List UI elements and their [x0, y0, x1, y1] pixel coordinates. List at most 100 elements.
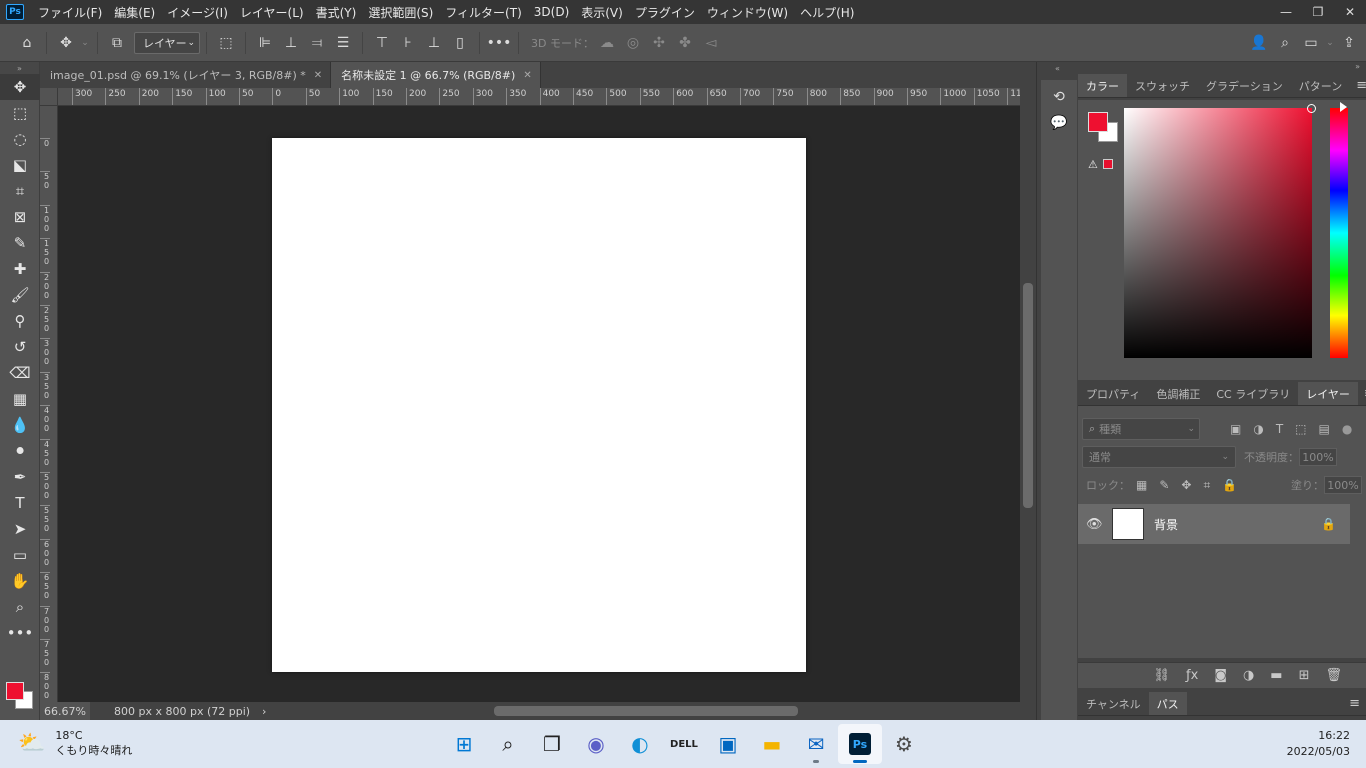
align-bottom-icon[interactable]: ⊥ [421, 30, 447, 56]
search-icon[interactable]: ⌕ [1272, 30, 1298, 56]
tab-layers[interactable]: レイヤー [1298, 382, 1358, 405]
vertical-ruler[interactable]: 0 5 0 1 0 0 1 5 0 2 0 0 2 5 0 3 0 0 3 5 0 4 0 0 4… [40, 106, 58, 702]
horizontal-scroll-thumb[interactable] [494, 706, 798, 716]
photoshop-taskbar-icon[interactable]: Ps [838, 724, 882, 764]
saturation-brightness-field[interactable] [1124, 104, 1316, 358]
hue-slider[interactable] [1330, 108, 1348, 358]
filter-shape-icon[interactable]: ⬚ [1295, 422, 1306, 436]
lasso-tool-icon[interactable]: ◌ [0, 126, 40, 152]
foreground-color-swatch[interactable] [6, 682, 24, 700]
blend-mode-dropdown[interactable]: 通常 ⌄ [1082, 446, 1236, 468]
more-options-icon[interactable]: ••• [486, 30, 512, 56]
layer-style-fx-icon[interactable]: ƒx [1186, 668, 1198, 683]
filter-adjustment-icon[interactable]: ◑ [1253, 422, 1263, 436]
weather-widget[interactable]: ⛅ 18°C くもり時々晴れ [18, 728, 132, 758]
horizontal-ruler[interactable]: 300 250 200 150 100 50 0 50 100 150 200 250 300 350 40… [58, 88, 1020, 106]
horizontal-scrollbar[interactable] [280, 705, 1008, 717]
pen-tool-icon[interactable]: ✒ [0, 464, 40, 490]
menu-3d[interactable]: 3D(D) [528, 5, 575, 19]
file-explorer-icon[interactable]: ▬ [750, 724, 794, 764]
chevron-down-icon[interactable]: ⌄ [79, 30, 91, 56]
align-horizontal-center-icon[interactable]: ⊥ [278, 30, 304, 56]
filter-smart-object-icon[interactable]: ▤ [1319, 422, 1330, 436]
menu-plugins[interactable]: プラグイン [629, 4, 701, 21]
3d-pan-icon[interactable]: ✣ [646, 30, 672, 56]
add-mask-icon[interactable]: ◙ [1214, 668, 1227, 683]
eyedropper-tool-icon[interactable]: ✎ [0, 230, 40, 256]
tab-image-01[interactable]: image_01.psd @ 69.1% (レイヤー 3, RGB/8#) * … [40, 62, 332, 88]
filter-toggle-icon[interactable]: ● [1342, 422, 1352, 436]
align-vertical-center-icon[interactable]: ⊦ [395, 30, 421, 56]
tab-swatches[interactable]: スウォッチ [1127, 74, 1198, 97]
menu-help[interactable]: ヘルプ(H) [794, 4, 860, 21]
link-layers-icon[interactable]: ⛓ [1154, 668, 1171, 683]
eye-icon[interactable]: 👁 [1086, 517, 1103, 532]
windows-start-icon[interactable]: ⊞ [442, 724, 486, 764]
zoom-tool-icon[interactable]: ⌕ [0, 594, 40, 620]
layer-kind-filter[interactable]: ⌕ 種類 ⌄ [1082, 418, 1200, 440]
menu-file[interactable]: ファイル(F) [32, 4, 108, 21]
object-selection-tool-icon[interactable]: ⬕ [0, 152, 40, 178]
chevron-down-icon[interactable]: ⌄ [1324, 30, 1336, 56]
tab-untitled-1[interactable]: 名称未設定 1 @ 66.7% (RGB/8#) ✕ [331, 62, 541, 88]
vertical-scroll-thumb[interactable] [1023, 283, 1033, 508]
3d-roll-icon[interactable]: ◎ [620, 30, 646, 56]
path-selection-tool-icon[interactable]: ➤ [0, 516, 40, 542]
lock-all-icon[interactable]: 🔒 [1222, 478, 1237, 492]
share-user-icon[interactable]: 👤 [1246, 30, 1272, 56]
minimize-button[interactable]: — [1270, 0, 1302, 24]
menu-edit[interactable]: 編集(E) [108, 4, 161, 21]
3d-scale-icon[interactable]: ◅ [698, 30, 724, 56]
align-right-icon[interactable]: ⫤ [304, 30, 330, 56]
healing-brush-tool-icon[interactable]: ✚ [0, 256, 40, 282]
crop-tool-icon[interactable]: ⌗ [0, 178, 40, 204]
comments-panel-icon[interactable]: 💬 [1041, 110, 1077, 136]
restore-button[interactable]: ❐ [1302, 0, 1334, 24]
close-icon[interactable]: ✕ [523, 70, 531, 81]
home-icon[interactable]: ⌂ [14, 30, 40, 56]
search-icon[interactable]: ⌕ [486, 724, 530, 764]
vertical-scrollbar[interactable] [1020, 88, 1036, 702]
lock-artboard-icon[interactable]: ⌗ [1203, 478, 1210, 493]
zoom-level-field[interactable]: 66.67% [40, 702, 90, 720]
layer-row-background[interactable]: 👁 背景 🔒 [1078, 504, 1350, 544]
tab-paths[interactable]: パス [1148, 692, 1187, 715]
tab-patterns[interactable]: パターン [1291, 74, 1350, 97]
fill-field[interactable]: 100% [1324, 476, 1362, 494]
dodge-tool-icon[interactable]: ⚫ [0, 438, 40, 464]
move-tool-icon[interactable]: ✥ [0, 74, 40, 100]
status-menu-chevron-icon[interactable]: › [262, 705, 266, 718]
new-layer-icon[interactable]: ⊞ [1299, 668, 1310, 683]
3d-slide-icon[interactable]: ✤ [672, 30, 698, 56]
lock-position-icon[interactable]: ✥ [1181, 478, 1191, 492]
distribute-horizontal-icon[interactable]: ☰ [330, 30, 356, 56]
blur-tool-icon[interactable]: 💧 [0, 412, 40, 438]
menu-layer[interactable]: レイヤー(L) [234, 4, 310, 21]
share-icon[interactable]: ⇪ [1336, 30, 1362, 56]
rectangle-tool-icon[interactable]: ▭ [0, 542, 40, 568]
tab-gradients[interactable]: グラデーション [1198, 74, 1291, 97]
menu-select[interactable]: 選択範囲(S) [362, 4, 439, 21]
tab-color[interactable]: カラー [1078, 74, 1127, 97]
align-top-icon[interactable]: ⊤ [369, 30, 395, 56]
menu-view[interactable]: 表示(V) [575, 4, 629, 21]
delete-layer-trash-icon[interactable]: 🗑 [1325, 668, 1342, 683]
filter-pixel-icon[interactable]: ▣ [1230, 422, 1241, 436]
move-tool-preset-icon[interactable]: ✥ [53, 30, 79, 56]
history-brush-tool-icon[interactable]: ↺ [0, 334, 40, 360]
ruler-corner[interactable] [40, 88, 58, 106]
align-left-icon[interactable]: ⊫ [252, 30, 278, 56]
lock-transparency-icon[interactable]: ▦ [1136, 478, 1147, 492]
history-panel-icon[interactable]: ⟲ [1041, 84, 1077, 110]
panel-menu-icon[interactable]: ≡ [1350, 74, 1366, 97]
workspace-icon[interactable]: ▭ [1298, 30, 1324, 56]
microsoft-store-icon[interactable]: ▣ [706, 724, 750, 764]
panel-menu-icon[interactable]: ≡ [1358, 382, 1366, 405]
layer-name[interactable]: 背景 [1154, 516, 1178, 533]
menu-image[interactable]: イメージ(I) [161, 4, 234, 21]
brush-tool-icon[interactable]: 🖌 [0, 282, 40, 308]
color-panel-foreground-swatch[interactable] [1088, 112, 1108, 132]
distribute-vertical-icon[interactable]: ▯ [447, 30, 473, 56]
hand-tool-icon[interactable]: ✋ [0, 568, 40, 594]
adjustment-layer-icon[interactable]: ◑ [1243, 668, 1254, 683]
